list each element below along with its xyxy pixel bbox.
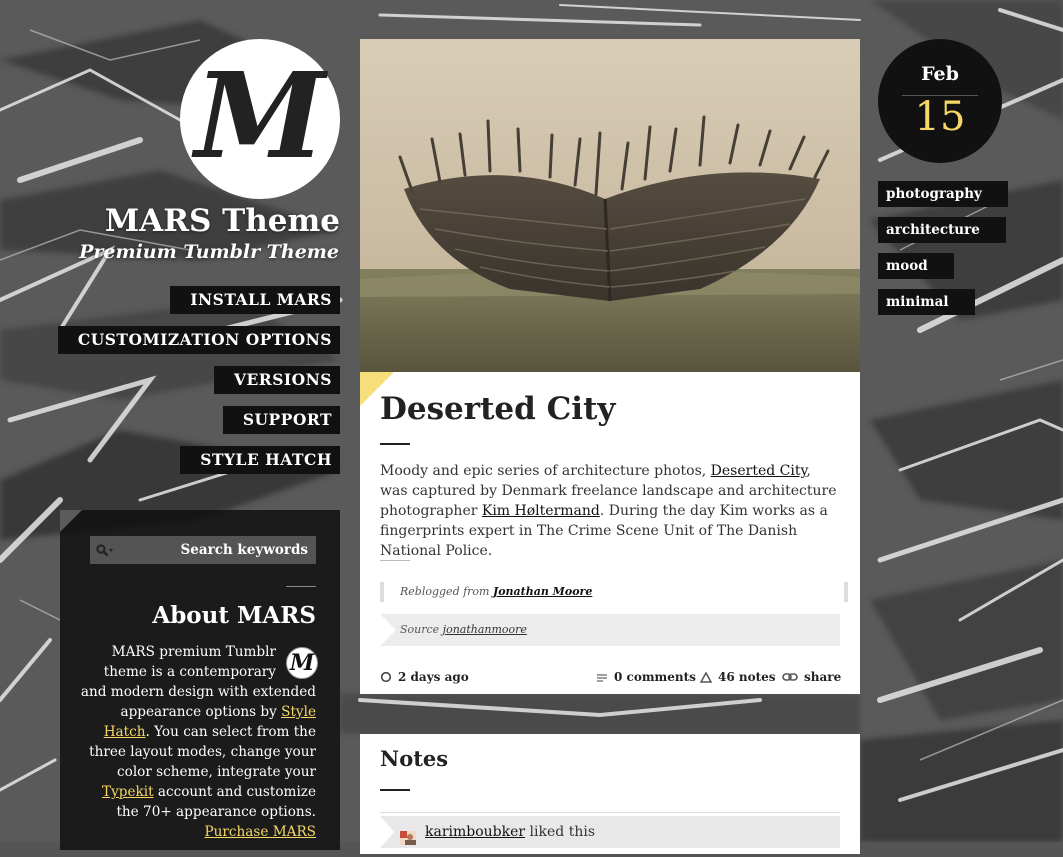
nav-style-hatch[interactable]: STYLE HATCH: [180, 446, 340, 474]
reblog-info: Reblogged from Jonathan Moore: [380, 582, 848, 602]
reblog-source-link[interactable]: Jonathan Moore: [493, 585, 592, 598]
body-divider: [380, 560, 410, 561]
site-logo[interactable]: M: [180, 39, 340, 199]
date-badge: Feb 15: [878, 39, 1002, 163]
search-box: [90, 536, 316, 564]
tag-minimal[interactable]: minimal: [878, 289, 975, 315]
source-label: Source: [400, 623, 443, 636]
site-title[interactable]: MARS Theme: [105, 203, 340, 239]
date-month: Feb: [921, 63, 959, 85]
post-body-part-1: Moody and epic series of architecture ph…: [380, 463, 711, 479]
post-time-label: 2 days ago: [398, 670, 469, 684]
notes-divider: [380, 789, 410, 791]
nav-install-mars[interactable]: INSTALL MARS: [170, 286, 340, 314]
search-icon: [96, 543, 114, 562]
search-input[interactable]: [114, 536, 308, 564]
divider: [286, 586, 316, 587]
post-body: Moody and epic series of architecture ph…: [380, 461, 842, 561]
post-title[interactable]: Deserted City: [380, 391, 615, 427]
notes-section: Notes karimboubker liked this: [360, 734, 860, 854]
notes-label: 46 notes: [718, 670, 776, 684]
notes-link[interactable]: 46 notes: [700, 667, 776, 687]
post: Deserted City Moody and epic series of a…: [360, 39, 860, 694]
post-photo[interactable]: [360, 39, 860, 372]
reblog-label: Reblogged from: [400, 585, 493, 598]
typekit-link[interactable]: Typekit: [102, 784, 154, 800]
note-text: karimboubker liked this: [425, 816, 595, 848]
purchase-mars-link[interactable]: Purchase MARS: [205, 824, 317, 840]
comments-label: 0 comments: [614, 670, 696, 684]
tag-architecture[interactable]: architecture: [878, 217, 1006, 243]
date-day: 15: [914, 94, 966, 140]
user-avatar[interactable]: [400, 825, 416, 845]
clock-icon: [380, 671, 392, 683]
source-link[interactable]: jonathanmoore: [443, 623, 527, 636]
main-nav: INSTALL MARS CUSTOMIZATION OPTIONS VERSI…: [57, 286, 340, 486]
source-info: Source jonathanmoore: [380, 614, 840, 646]
tag-mood[interactable]: mood: [878, 253, 954, 279]
comment-lines-icon: [596, 672, 608, 682]
note-user-link[interactable]: karimboubker: [425, 824, 525, 840]
chain-link-icon: [782, 672, 798, 682]
post-time[interactable]: 2 days ago: [380, 667, 469, 687]
nav-support[interactable]: SUPPORT: [222, 406, 340, 434]
site-subtitle: Premium Tumblr Theme: [79, 241, 339, 263]
share-label: share: [804, 670, 842, 684]
title-divider: [380, 443, 410, 445]
share-link[interactable]: share: [782, 667, 841, 687]
note-action: liked this: [525, 824, 595, 840]
notes-title: Notes: [380, 746, 449, 771]
logo-letter: M: [194, 46, 326, 185]
post-meta: 2 days ago 0 comments 46 notes share: [380, 667, 841, 687]
triangle-icon: [700, 671, 712, 683]
deserted-city-link[interactable]: Deserted City: [711, 463, 807, 479]
note-item: karimboubker liked this: [380, 816, 840, 848]
tag-photography[interactable]: photography: [878, 181, 1008, 207]
notes-separator: [380, 812, 840, 813]
nav-customization-options[interactable]: CUSTOMIZATION OPTIONS: [57, 326, 340, 354]
about-text: MARS premium Tumblr theme is a contempor…: [76, 642, 316, 842]
nav-versions[interactable]: VERSIONS: [213, 366, 340, 394]
about-title: About MARS: [152, 602, 316, 629]
photographer-link[interactable]: Kim Høltermand: [482, 503, 600, 519]
tag-list: photography architecture mood minimal: [878, 181, 1008, 325]
comments-link[interactable]: 0 comments: [596, 667, 696, 687]
sidebar: About MARS M MARS premium Tumblr theme i…: [60, 510, 340, 850]
